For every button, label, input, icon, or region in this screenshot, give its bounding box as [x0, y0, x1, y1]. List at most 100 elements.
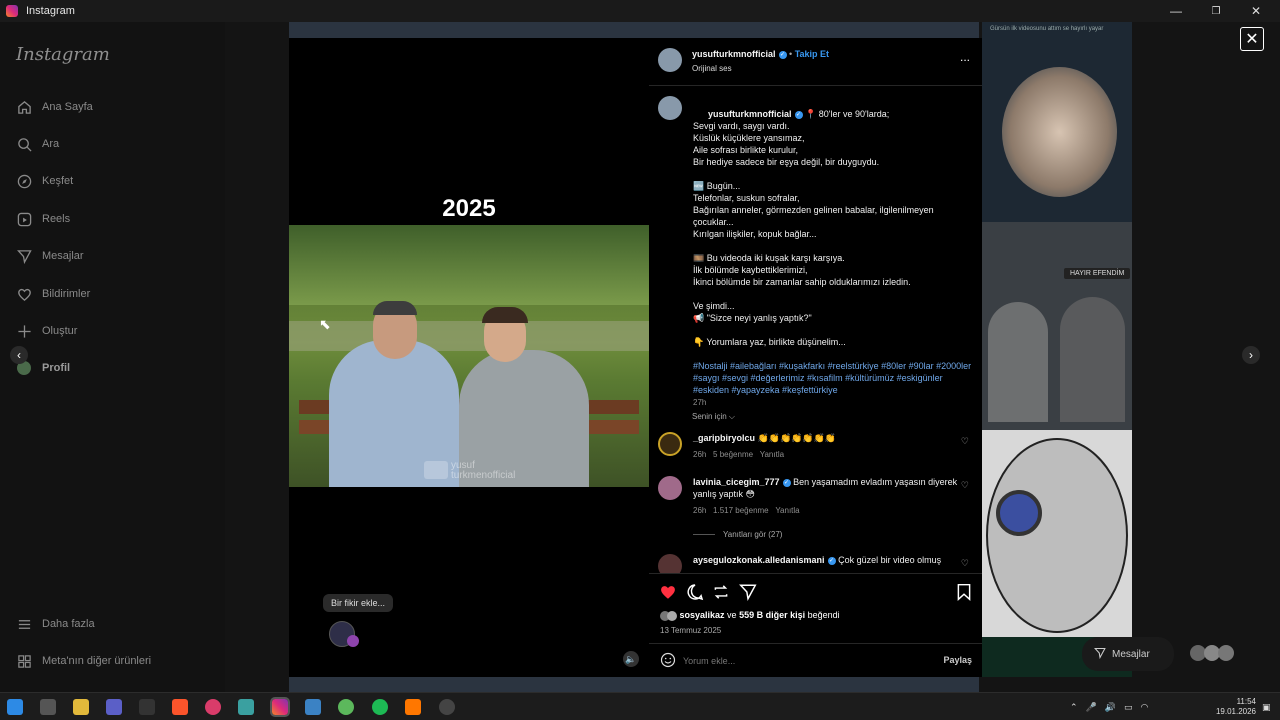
- reel-video[interactable]: 2025 yusuf turkmenofficial ⬉ Bir fikir e…: [289, 38, 649, 677]
- reply-button[interactable]: Yanıtla: [760, 450, 784, 459]
- comment-likes[interactable]: 1.517 beğenme: [713, 506, 769, 515]
- chevron-up-icon[interactable]: ⌃: [1070, 702, 1078, 713]
- sidebar-item-notifications[interactable]: Bildirimler: [16, 283, 90, 305]
- grid-tile[interactable]: HAYIR EFENDİM: [982, 222, 1132, 430]
- like-button[interactable]: [659, 583, 677, 606]
- like-comment-icon[interactable]: ♡: [961, 436, 969, 447]
- app-icon[interactable]: [439, 699, 455, 715]
- mute-button[interactable]: 🔈: [623, 651, 639, 667]
- post-caption: yusufturkmnofficial ✓ 📍 80'ler ve 90'lard…: [693, 96, 973, 421]
- caption-line: Kırılgan ilişkiler, kopuk bağlar...: [693, 229, 817, 239]
- post-hashtags[interactable]: #Nostalji #ailebağları #kuşakfarkı #reel…: [693, 361, 974, 395]
- commenter-username[interactable]: _garipbiryolcu: [693, 433, 755, 443]
- commenter-username[interactable]: lavinia_cicegim_777: [693, 477, 780, 487]
- comment-form: Paylaş: [649, 643, 982, 677]
- comments-scroll[interactable]: yusufturkmnofficial ✓ 📍 80'ler ve 90'lard…: [649, 86, 982, 573]
- comment-button[interactable]: [686, 583, 704, 606]
- sidebar-item-messages[interactable]: Mesajlar: [16, 245, 84, 267]
- task-view-icon[interactable]: [40, 699, 56, 715]
- notifications-icon[interactable]: ▣: [1262, 693, 1271, 720]
- sidebar-item-create[interactable]: Oluştur: [16, 320, 77, 342]
- video-watermark: yusuf turkmenofficial: [451, 460, 516, 481]
- comment-time: 26h: [693, 506, 707, 515]
- background-tiles-bottom: [289, 677, 979, 692]
- post-header: yusufturkmnofficial ✓ • Takip Et Orijinal…: [649, 38, 982, 86]
- window-close-button[interactable]: ✕: [1236, 0, 1276, 22]
- verified-icon: ✓: [827, 556, 836, 565]
- comment-input[interactable]: [683, 652, 903, 670]
- file-explorer-icon[interactable]: [73, 699, 89, 715]
- soundcloud-icon[interactable]: [405, 699, 421, 715]
- sidebar-item-more[interactable]: Daha fazla: [16, 613, 95, 635]
- windows-start-icon[interactable]: [7, 699, 23, 715]
- bookmark-icon: [957, 583, 971, 601]
- volume-icon: 🔈: [625, 653, 637, 664]
- app-icon[interactable]: [238, 699, 254, 715]
- view-replies-button[interactable]: Yanıtları gör (27): [693, 530, 782, 539]
- previous-post-button[interactable]: ‹: [10, 346, 28, 364]
- clock[interactable]: 11:54 19.01.2026: [1215, 693, 1256, 720]
- sidebar-item-home[interactable]: Ana Sayfa: [16, 96, 93, 118]
- follow-button[interactable]: Takip Et: [795, 49, 829, 59]
- liked-by-user[interactable]: sosyalikaz: [680, 610, 725, 620]
- sidebar-item-search[interactable]: Ara: [16, 133, 59, 155]
- restore-button[interactable]: ❐: [1196, 0, 1236, 22]
- teams-icon[interactable]: [106, 699, 122, 715]
- system-tray[interactable]: ⌃ 🎤 🔊 ▭ ◠: [1070, 693, 1148, 720]
- minimize-button[interactable]: —: [1156, 0, 1196, 22]
- battery-icon: ▭: [1123, 701, 1133, 712]
- comment-likes[interactable]: 5 beğenme: [713, 450, 753, 459]
- caption-username[interactable]: yusufturkmnofficial: [708, 109, 792, 119]
- spotify-icon[interactable]: [372, 699, 388, 715]
- reply-button[interactable]: Yanıtla: [775, 506, 799, 515]
- liked-by-others[interactable]: 559 B diğer kişi: [739, 610, 805, 620]
- grid-tile[interactable]: Gürsün ilk videosunu attım se hayırlı ya…: [982, 22, 1132, 222]
- more-options-icon[interactable]: ...: [960, 50, 970, 64]
- post-comment-button[interactable]: Paylaş: [943, 655, 972, 665]
- for-you-dropdown[interactable]: Senin için ⌵: [692, 412, 735, 422]
- comment-item: lavinia_cicegim_777 ✓ Ben yaşamadım evlad…: [658, 476, 978, 526]
- son-hair: [482, 307, 528, 323]
- comment-time: 26h: [693, 450, 707, 459]
- messages-pill[interactable]: Mesajlar: [1082, 637, 1174, 671]
- sidebar-item-meta[interactable]: Meta'nın diğer ürünleri: [16, 650, 151, 672]
- commenter-avatar[interactable]: [658, 476, 682, 500]
- close-modal-button[interactable]: ✕: [1240, 27, 1264, 51]
- heart-filled-icon: [661, 586, 675, 599]
- sidebar-item-reels[interactable]: Reels: [16, 208, 70, 230]
- app-icon[interactable]: [305, 699, 321, 715]
- add-idea-bubble[interactable]: Bir fikir ekle...: [323, 594, 394, 612]
- park-path: [289, 321, 649, 351]
- audio-label[interactable]: Orijinal ses: [692, 64, 732, 73]
- repost-button[interactable]: [712, 583, 730, 606]
- cartoon-eye: [996, 490, 1042, 536]
- commenter-avatar[interactable]: [658, 554, 682, 573]
- instagram-taskbar-icon[interactable]: [270, 697, 290, 717]
- close-icon: ✕: [1245, 31, 1259, 48]
- commenter-avatar[interactable]: [658, 432, 682, 456]
- verified-icon: ✓: [794, 110, 803, 119]
- like-comment-icon[interactable]: ♡: [961, 558, 969, 569]
- emoji-button[interactable]: [660, 652, 676, 673]
- sidebar-item-label: Oluştur: [42, 325, 78, 337]
- share-button[interactable]: [739, 583, 757, 606]
- author-username[interactable]: yusufturkmnofficial: [692, 49, 776, 59]
- heart-icon: [16, 286, 32, 302]
- video-frame-park-bench: yusuf turkmenofficial: [289, 225, 649, 487]
- next-post-button[interactable]: ›: [1242, 346, 1260, 364]
- brave-icon[interactable]: [172, 699, 188, 715]
- author-avatar[interactable]: [658, 48, 682, 72]
- save-button[interactable]: [956, 583, 972, 606]
- app-icon[interactable]: [338, 699, 354, 715]
- view-replies-label: Yanıtları gör (27): [723, 530, 783, 539]
- plus-icon: [16, 323, 32, 339]
- commenter-username[interactable]: aysegulozkonak.alledanismani: [693, 555, 825, 565]
- clock-date: 19.01.2026: [1215, 707, 1256, 716]
- like-comment-icon[interactable]: ♡: [961, 480, 969, 491]
- terminal-icon[interactable]: [139, 699, 155, 715]
- author-avatar[interactable]: [658, 96, 682, 120]
- instagram-logo[interactable]: Instagram: [16, 44, 110, 65]
- sidebar-item-explore[interactable]: Keşfet: [16, 170, 73, 192]
- media-player-icon[interactable]: [205, 699, 221, 715]
- grid-tile[interactable]: [982, 430, 1132, 637]
